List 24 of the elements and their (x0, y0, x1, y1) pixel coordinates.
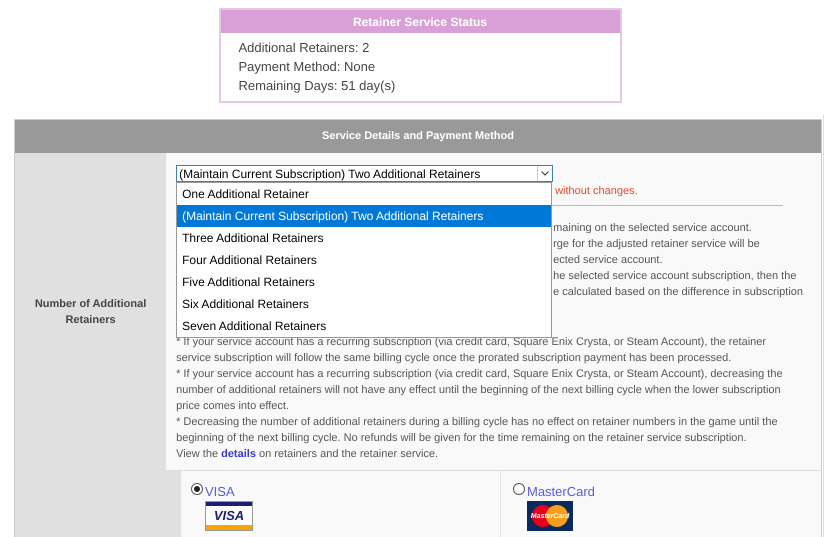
status-title: Retainer Service Status (220, 10, 620, 33)
table-header: Service Details and Payment Method (15, 120, 821, 153)
status-line: Remaining Days: 51 day(s) (238, 77, 396, 95)
card-link[interactable]: VISA (205, 485, 235, 499)
note-text: ected service account. (553, 253, 664, 268)
note-text: rge for the adjusted retainer service will be (553, 237, 761, 252)
status-line: Payment Method: None (238, 58, 376, 76)
status-line: Additional Retainers: 2 (238, 39, 370, 57)
note-text: e calculated based on the difference in subscription (553, 285, 803, 300)
dropdown-option[interactable]: (Maintain Current Subscription) Two Additional Retainers (177, 205, 552, 227)
note-text: maining on the selected service account. (553, 221, 753, 236)
radio-button[interactable] (513, 483, 525, 495)
retainer-select[interactable]: (Maintain Current Subscription) Two Additional Retainers (176, 165, 554, 182)
details-text: View the (176, 447, 218, 462)
row-label: Number of Additional Retainers (34, 296, 148, 328)
radio-button[interactable] (191, 483, 203, 495)
note-text: he selected service account subscription, then the (553, 269, 798, 284)
visa-logo: VISA (205, 501, 253, 531)
notice-text: without changes. (555, 184, 638, 199)
card-link[interactable]: MasterCard (527, 485, 595, 499)
details-link[interactable]: details (221, 446, 256, 462)
note-paragraph: * If your service account has a recurring subscription (via credit card, Square Enix Crysta, or Steam Account), decreasing the number of additional retainers will not have any effect until the beginning of the next billing cycle when the lower subscription price comes into effect. (176, 367, 784, 414)
note-paragraph: * Decreasing the number of additional retainers during a billing cycle has no effect on retainer numbers in the game until the beginning of the next billing cycle. No refunds will be given for the time remaining on the retainer service subscription. (176, 415, 779, 446)
details-text: on retainers and the retainer service. (258, 447, 438, 462)
